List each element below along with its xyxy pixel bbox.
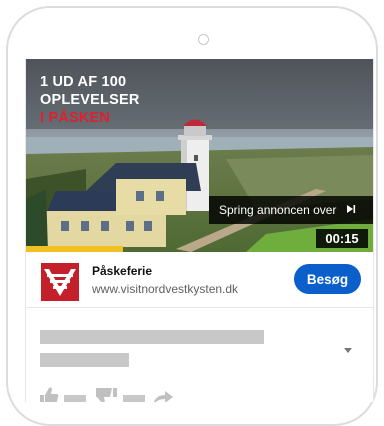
phone-screen: 1 UD AF 100 OPLEVELSER I PÅSKEN Spring a… <box>25 59 374 402</box>
skip-next-icon <box>346 204 356 217</box>
share-icon[interactable] <box>153 391 173 402</box>
ad-headline: 1 UD AF 100 OPLEVELSER I PÅSKEN <box>40 73 140 127</box>
headline-line-1: 1 UD AF 100 <box>40 74 127 90</box>
advertiser-bar: Påskeferie www.visitnordvestkysten.dk Be… <box>26 252 373 308</box>
advertiser-title: Påskeferie <box>92 264 153 278</box>
headline-line-2: OPLEVELSER <box>40 92 140 108</box>
thumbs-up-icon[interactable] <box>40 387 59 402</box>
chevron-down-icon[interactable] <box>344 348 352 353</box>
video-player[interactable]: 1 UD AF 100 OPLEVELSER I PÅSKEN Spring a… <box>26 59 373 252</box>
like-count-placeholder <box>64 395 86 402</box>
advertiser-logo <box>41 263 79 301</box>
title-placeholder <box>40 330 264 344</box>
visit-button[interactable]: Besøg <box>294 264 361 294</box>
camera-icon <box>198 34 209 45</box>
skip-ad-button[interactable]: Spring annoncen over <box>209 196 373 224</box>
skip-ad-label: Spring annoncen over <box>219 203 337 217</box>
advertiser-url[interactable]: www.visitnordvestkysten.dk <box>92 282 238 296</box>
dislike-count-placeholder <box>123 395 145 402</box>
action-row <box>40 387 173 402</box>
headline-accent: I PÅSKEN <box>40 110 111 126</box>
subtitle-placeholder <box>40 353 129 367</box>
thumbs-down-icon[interactable] <box>96 388 117 402</box>
